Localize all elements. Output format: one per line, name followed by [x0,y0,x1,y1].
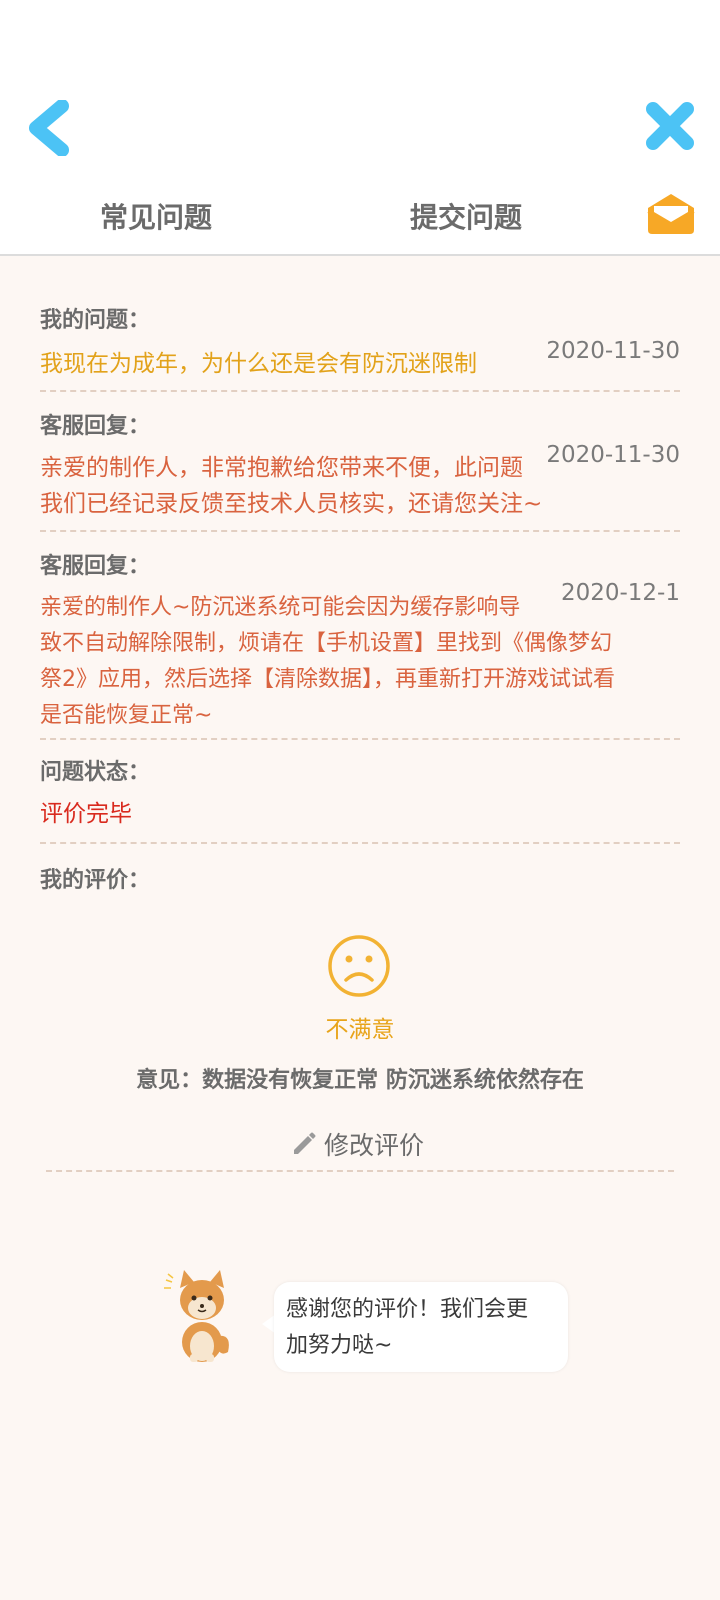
close-icon[interactable] [644,100,696,152]
divider [46,1170,674,1172]
status-label: 问题状态： [40,760,151,785]
bubble-line: 加努力哒~ [286,1333,393,1358]
reply-line: 祭2》应用，然后选择【清除数据】，再重新打开游戏试试看 [40,667,615,692]
reply-line: 亲爱的制作人，非常抱歉给您带来不便，此问题 [40,455,523,481]
divider [40,738,680,740]
reply-line: 是否能恢复正常~ [40,703,213,728]
edit-rating-label: 修改评价 [324,1131,425,1160]
edit-rating-button[interactable]: 修改评价 [290,1124,424,1164]
divider [40,842,680,844]
rating-face-label: 不满意 [325,1017,395,1043]
reply-text: 亲爱的制作人~防沉迷系统可能会因为缓存影响导 致不自动解除限制，烦请在【手机设置… [40,590,680,734]
my-rating-label: 我的评价： [40,868,151,893]
divider [40,390,680,392]
reply-label: 客服回复： [40,554,151,579]
rating-opinion: 意见：数据没有恢复正常 防沉迷系统依然存在 [136,1068,584,1093]
bubble-line: 感谢您的评价！我们会更 [286,1297,529,1322]
reply-label: 客服回复： [40,414,151,439]
speech-bubble: 感谢您的评价！我们会更 加努力哒~ [274,1282,568,1372]
tab-submit-question[interactable]: 提交问题 [410,196,522,236]
mail-icon[interactable] [644,190,698,238]
question-date: 2020-11-30 [546,338,680,364]
top-header: 常见问题 提交问题 [0,0,720,256]
divider [40,530,680,532]
question-text: 我现在为成年，为什么还是会有防沉迷限制 [40,351,477,377]
reply-text: 亲爱的制作人，非常抱歉给您带来不便，此问题 我们已经记录反馈至技术人员核实，还请… [40,450,542,522]
reply-line: 我们已经记录反馈至技术人员核实，还请您关注~ [40,491,543,517]
reply-line: 致不自动解除限制，烦请在【手机设置】里找到《偶像梦幻 [40,631,613,656]
my-question-label: 我的问题： [40,308,151,333]
shiba-mascot-icon [164,1270,229,1362]
back-arrow-icon[interactable] [24,100,74,156]
pencil-icon [294,1132,316,1154]
sad-face-icon [328,935,390,997]
status-value: 评价完毕 [40,801,132,827]
reply-line: 亲爱的制作人~防沉迷系统可能会因为缓存影响导 [40,595,521,620]
tab-faq[interactable]: 常见问题 [100,196,212,236]
reply-date: 2020-11-30 [546,442,680,468]
